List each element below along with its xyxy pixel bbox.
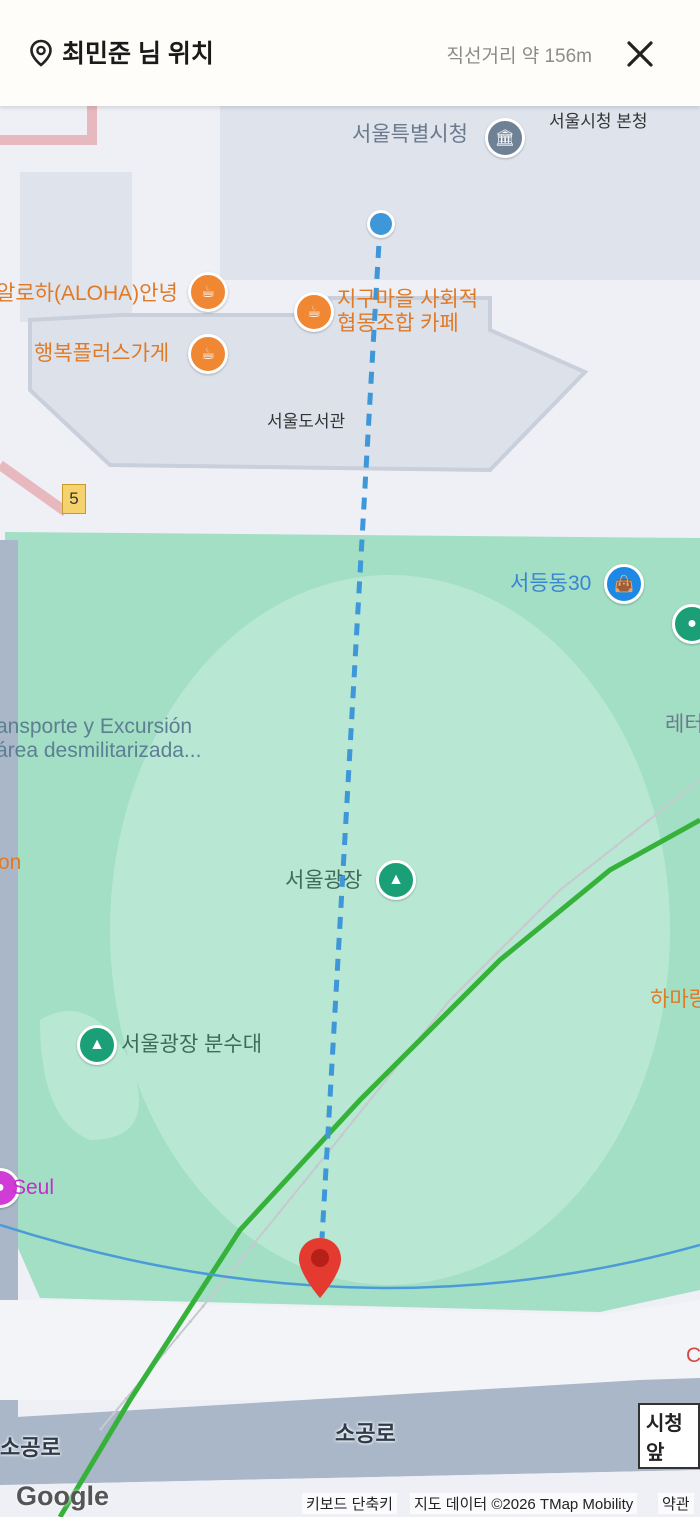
- map-label-transport-line2[interactable]: área desmilitarizada...: [0, 739, 201, 763]
- government-building-icon[interactable]: 🏛: [485, 118, 525, 158]
- map-label-on[interactable]: on: [0, 851, 21, 875]
- map-label-c[interactable]: C: [686, 1344, 700, 1368]
- map-label-jigu-cafe-line2[interactable]: 협동조합 카페: [337, 312, 459, 336]
- subway-station-label[interactable]: 시청앞: [638, 1403, 700, 1469]
- map-label-transport-line1[interactable]: ansporte y Excursión: [0, 715, 192, 739]
- shopping-bag-icon[interactable]: 👜: [604, 564, 644, 604]
- park-tree-icon[interactable]: ▲: [77, 1025, 117, 1065]
- map-label-happy-plus[interactable]: 행복플러스가게: [34, 342, 169, 366]
- cafe-icon[interactable]: ☕: [294, 292, 334, 332]
- cafe-icon[interactable]: ☕: [188, 272, 228, 312]
- header-title: 최민준 님 위치: [62, 40, 214, 68]
- map-label-seul[interactable]: Seul: [12, 1176, 54, 1200]
- map-label-seodong[interactable]: 서등동30: [510, 572, 591, 596]
- location-header: 최민준 님 위치 직선거리 약 156m: [0, 0, 700, 106]
- cafe-icon[interactable]: ☕: [188, 334, 228, 374]
- road-label-sogong-center: 소공로: [335, 1421, 396, 1446]
- distance-text: 직선거리 약 156m: [446, 46, 593, 67]
- map-label-city-hall[interactable]: 서울특별시청: [352, 123, 468, 147]
- keyboard-shortcuts-link[interactable]: 키보드 단축키: [302, 1493, 397, 1514]
- google-logo: Google: [16, 1481, 109, 1511]
- map-label-plaza[interactable]: 서울광장: [285, 869, 362, 893]
- map-label-fountain[interactable]: 서울광장 분수대: [121, 1033, 262, 1057]
- map-footer: Google 키보드 단축키 지도 데이터 ©2026 TMap Mobilit…: [0, 1481, 700, 1517]
- destination-marker-icon[interactable]: [296, 1236, 344, 1300]
- map-label-hama[interactable]: 하마랑: [650, 988, 700, 1012]
- map-label-city-hall-main[interactable]: 서울시청 본청: [549, 110, 648, 134]
- map-label-library[interactable]: 서울도서관: [267, 410, 345, 434]
- road-label-sogong-left: 소공로: [0, 1435, 61, 1460]
- map-view[interactable]: 서울특별시청 🏛 서울시청 본청 알로하(ALOHA)안녕 ☕ ☕ 지구마을 사…: [0, 0, 700, 1517]
- map-label-aloha[interactable]: 알로하(ALOHA)안녕: [0, 282, 178, 306]
- location-pin-icon: [30, 39, 52, 67]
- origin-location-dot[interactable]: [367, 210, 395, 238]
- map-data-attribution[interactable]: 지도 데이터 ©2026 TMap Mobility: [410, 1493, 638, 1514]
- map-label-jigu-cafe-line1[interactable]: 지구마을 사회적: [337, 288, 478, 312]
- terms-link[interactable]: 약관: [658, 1493, 694, 1514]
- park-tree-icon[interactable]: ▲: [376, 860, 416, 900]
- route-number-badge: 5: [62, 484, 86, 514]
- map-label-leto[interactable]: 레터: [665, 713, 700, 737]
- close-icon[interactable]: [620, 34, 660, 74]
